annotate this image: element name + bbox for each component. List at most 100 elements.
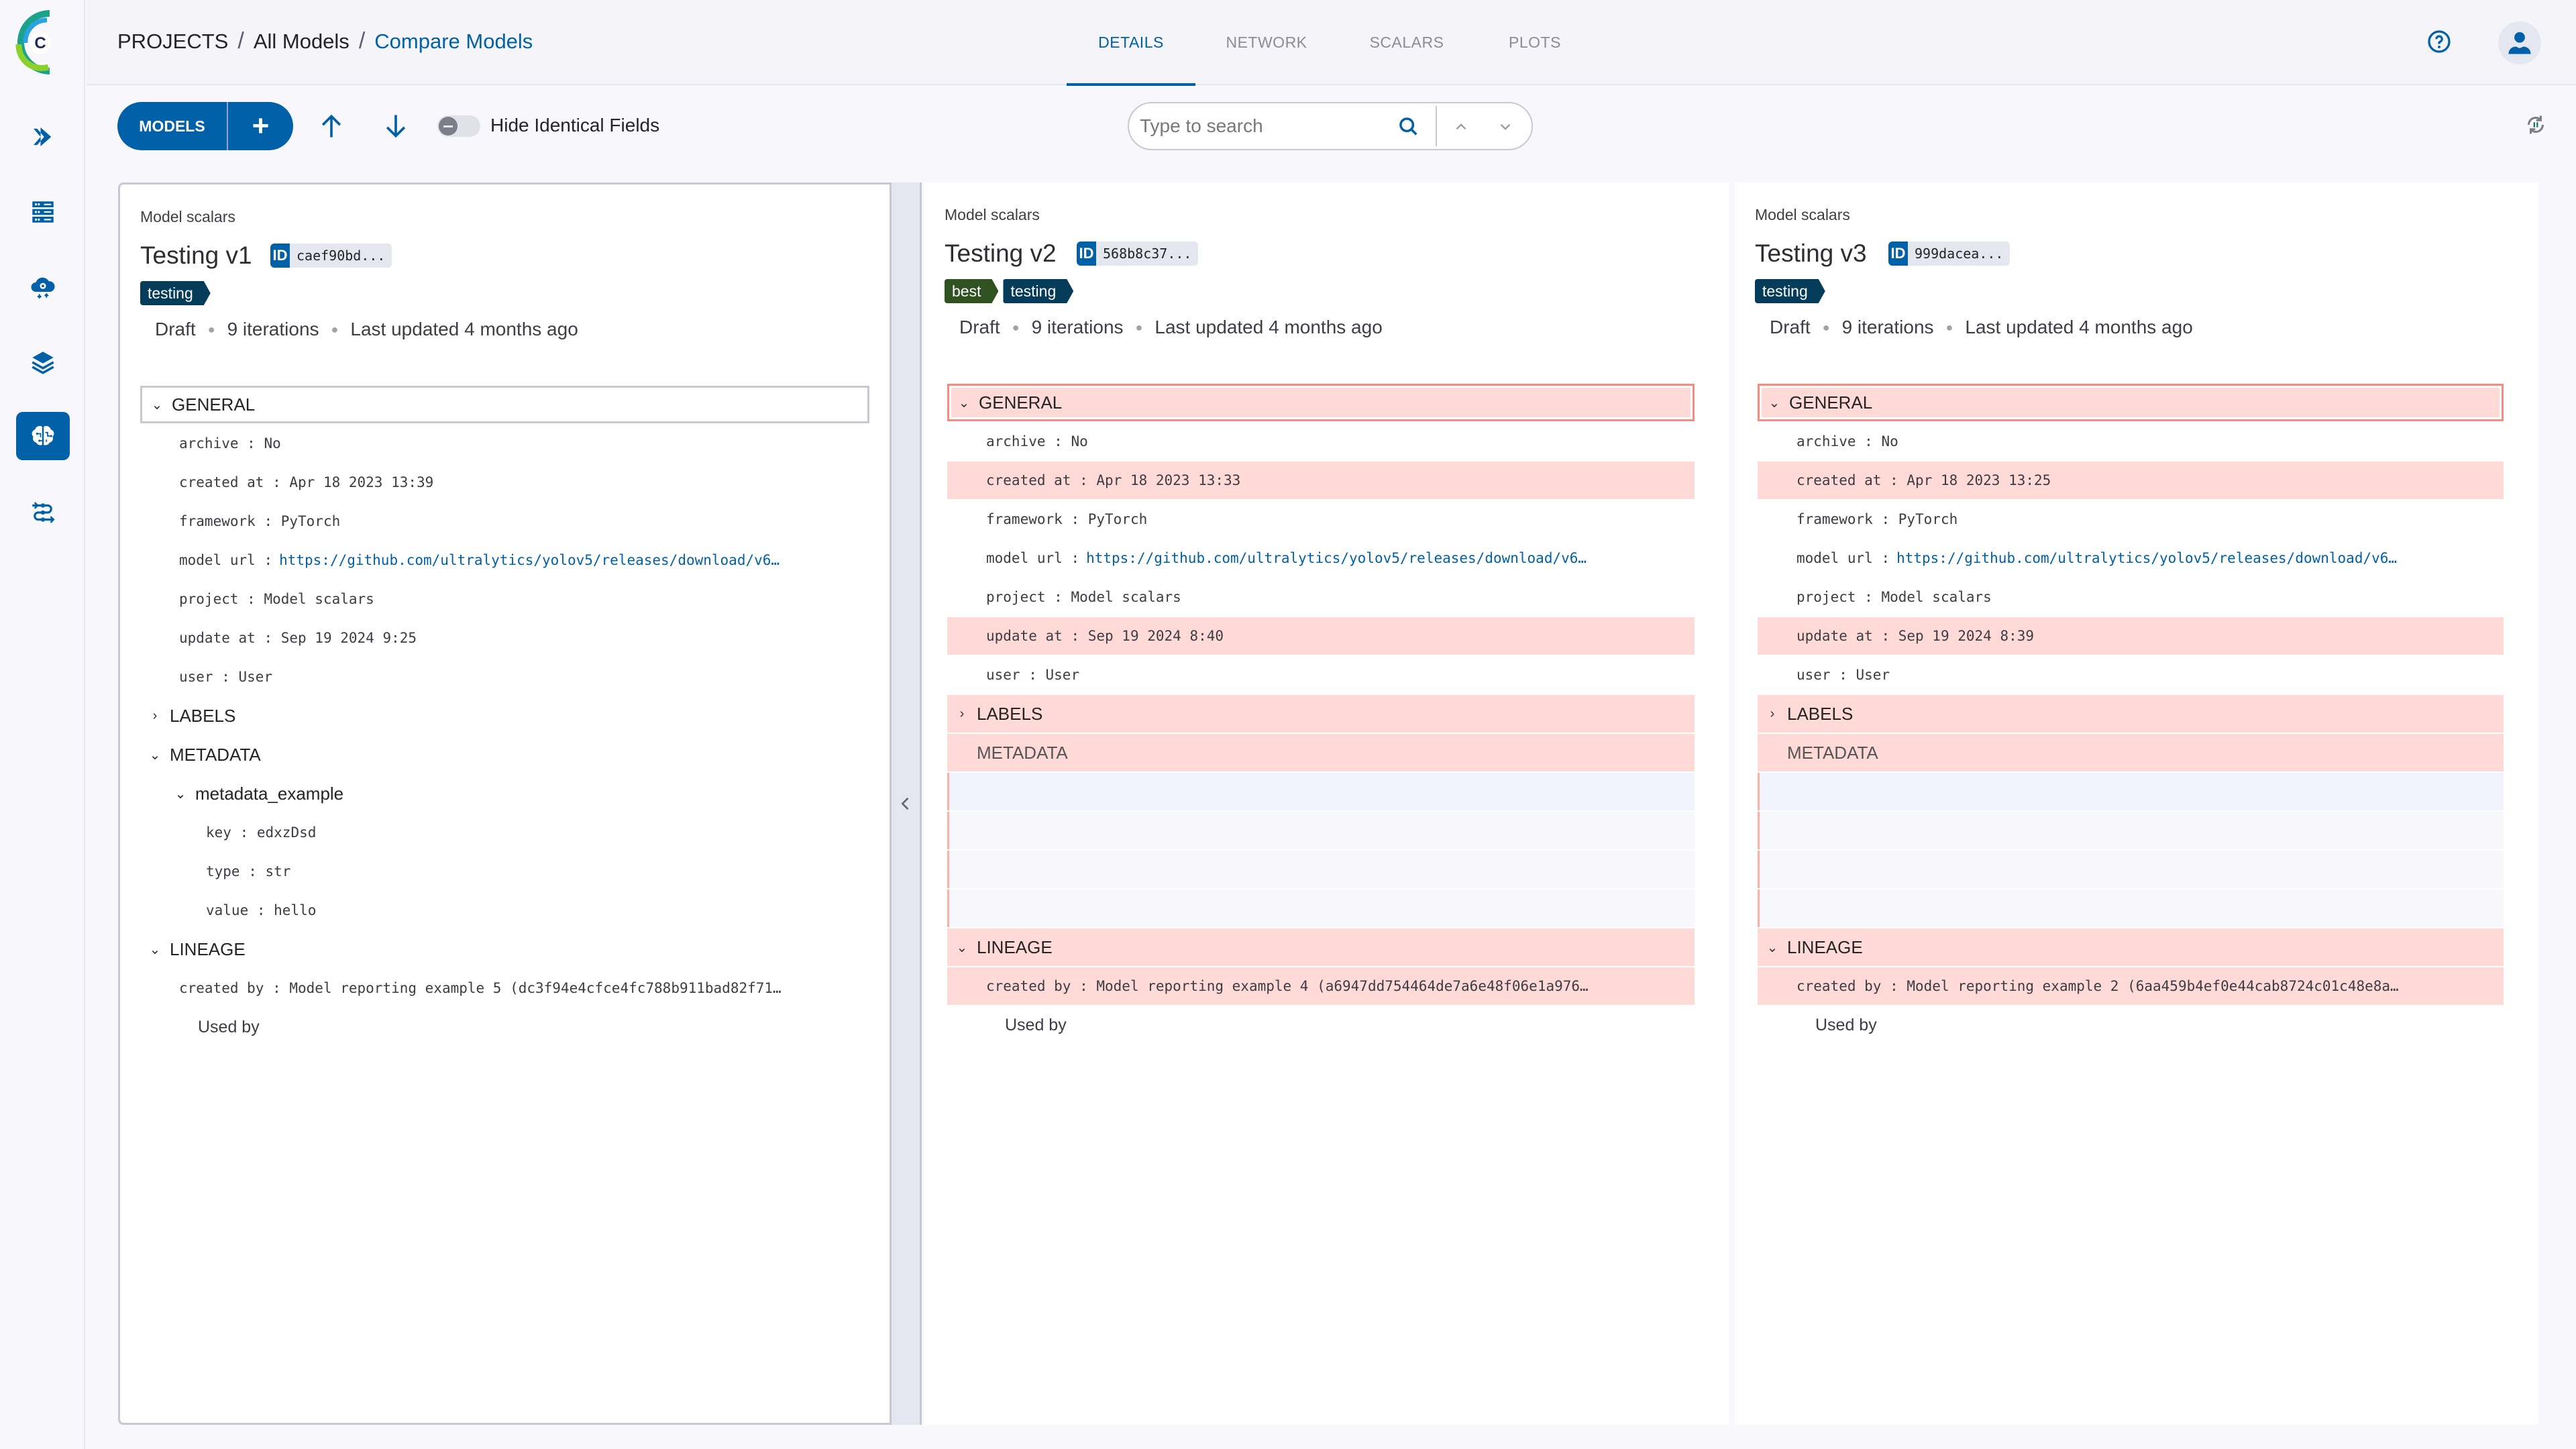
section-labels[interactable]: › LABELS bbox=[947, 695, 1695, 733]
help-icon[interactable] bbox=[2427, 30, 2451, 54]
field-user: user : User bbox=[179, 669, 273, 685]
tab-network[interactable]: NETWORK bbox=[1195, 0, 1338, 85]
field-created-by: created by : Model reporting example 4 (… bbox=[947, 967, 1695, 1005]
empty-row bbox=[1758, 890, 2504, 927]
sidebar-item-pipelines[interactable] bbox=[16, 113, 70, 161]
orchestration-icon bbox=[31, 277, 55, 299]
empty-row bbox=[947, 851, 1695, 888]
tag-testing[interactable]: testing bbox=[140, 281, 211, 305]
model-name: Testing v3 bbox=[1755, 239, 1867, 267]
field-archive: archive : No bbox=[986, 433, 1088, 449]
model-id-badge[interactable]: ID 999dacea... bbox=[1888, 241, 2010, 266]
chevron-down-icon: ⌄ bbox=[149, 942, 161, 957]
model-id: 568b8c37... bbox=[1096, 241, 1199, 266]
model-panel-2: Model scalars Testing v2 ID 568b8c37... … bbox=[924, 182, 1729, 1425]
scroll-up-arrow-icon[interactable] bbox=[317, 111, 346, 141]
empty-row bbox=[947, 773, 1695, 810]
used-by-label: Used by bbox=[1005, 1015, 1067, 1034]
sidebar-item-orchestration[interactable] bbox=[16, 263, 70, 311]
model-id-badge[interactable]: ID 568b8c37... bbox=[1077, 241, 1199, 266]
models-button[interactable]: MODELS bbox=[117, 102, 227, 150]
model-id: 999dacea... bbox=[1908, 241, 2010, 266]
model-url-link[interactable]: https://github.com/ultralytics/yolov5/re… bbox=[1896, 550, 2397, 566]
tag-testing[interactable]: testing bbox=[1003, 279, 1073, 303]
used-by-label: Used by bbox=[1815, 1015, 1877, 1034]
model-url-link[interactable]: https://github.com/ultralytics/yolov5/re… bbox=[1086, 550, 1587, 566]
section-general[interactable]: ⌄ GENERAL bbox=[1758, 384, 2504, 421]
chevron-down-icon: ⌄ bbox=[1766, 940, 1778, 955]
section-metadata: METADATA bbox=[947, 734, 1695, 771]
sidebar-item-workflows[interactable] bbox=[16, 488, 70, 537]
chevron-down-icon: ⌄ bbox=[956, 940, 968, 955]
tab-plots[interactable]: PLOTS bbox=[1476, 0, 1594, 85]
section-labels[interactable]: › LABELS bbox=[1758, 695, 2504, 733]
tag-best[interactable]: best bbox=[945, 279, 998, 303]
section-lineage[interactable]: ⌄ LINEAGE bbox=[947, 928, 1695, 966]
chevron-right-icon: › bbox=[959, 706, 965, 721]
metadata-value: value : hello bbox=[206, 902, 317, 918]
section-labels[interactable]: › LABELS bbox=[140, 697, 869, 735]
workflow-icon bbox=[32, 502, 55, 523]
search-icon[interactable] bbox=[1397, 115, 1420, 138]
collapse-panel-handle[interactable] bbox=[890, 182, 922, 1425]
id-label: ID bbox=[1077, 241, 1096, 266]
section-general[interactable]: ⌄ GENERAL bbox=[947, 384, 1695, 421]
models-button-group: MODELS + bbox=[117, 102, 293, 150]
tab-details[interactable]: DETAILS bbox=[1067, 0, 1195, 86]
id-label: ID bbox=[270, 244, 290, 268]
model-project: Model scalars bbox=[1755, 206, 1850, 223]
breadcrumb-all-models[interactable]: All Models bbox=[254, 30, 350, 54]
field-update-at: update at : Sep 19 2024 9:25 bbox=[179, 630, 417, 646]
model-id: caef90bd... bbox=[290, 244, 392, 268]
model-url-link[interactable]: https://github.com/ultralytics/yolov5/re… bbox=[279, 552, 780, 568]
previous-match-chevron-up-icon[interactable] bbox=[1452, 118, 1470, 136]
metadata-type: type : str bbox=[206, 863, 291, 879]
field-created-by: created by : Model reporting example 5 (… bbox=[179, 980, 782, 996]
field-user: user : User bbox=[986, 667, 1080, 683]
breadcrumb-separator: / bbox=[237, 28, 244, 54]
auto-refresh-paused-icon[interactable] bbox=[2524, 113, 2548, 137]
section-lineage[interactable]: ⌄ LINEAGE bbox=[1758, 928, 2504, 966]
datasets-icon bbox=[32, 201, 54, 223]
model-panel-1: Model scalars Testing v1 ID caef90bd... … bbox=[118, 182, 890, 1425]
tag-testing[interactable]: testing bbox=[1755, 279, 1825, 303]
chevron-down-icon: ⌄ bbox=[151, 397, 163, 413]
model-project: Model scalars bbox=[140, 208, 235, 225]
sidebar-item-models[interactable] bbox=[16, 412, 70, 460]
sidebar-item-projects[interactable] bbox=[16, 338, 70, 386]
field-project: project : Model scalars bbox=[179, 591, 374, 607]
model-iterations: 9 iterations bbox=[227, 319, 319, 339]
svg-text:C: C bbox=[34, 34, 46, 52]
scroll-down-arrow-icon[interactable] bbox=[381, 111, 411, 141]
breadcrumb: PROJECTS / All Models / Compare Models bbox=[117, 28, 533, 54]
field-archive: archive : No bbox=[179, 435, 281, 451]
chevron-down-icon: ⌄ bbox=[1768, 395, 1780, 411]
field-created-at: created at : Apr 18 2023 13:33 bbox=[947, 462, 1695, 499]
model-last-updated: Last updated 4 months ago bbox=[350, 319, 578, 339]
field-created-at: created at : Apr 18 2023 13:39 bbox=[179, 474, 434, 490]
model-status: Draft bbox=[1770, 317, 1811, 337]
breadcrumb-projects[interactable]: PROJECTS bbox=[117, 30, 228, 54]
section-lineage[interactable]: ⌄ LINEAGE bbox=[140, 930, 869, 968]
model-status-line: Draft ● 9 iterations ● Last updated 4 mo… bbox=[1770, 317, 2193, 337]
section-metadata[interactable]: ⌄ METADATA bbox=[140, 736, 869, 773]
top-header: PROJECTS / All Models / Compare Models D… bbox=[87, 0, 2576, 86]
metadata-group[interactable]: ⌄ metadata_example bbox=[140, 775, 869, 812]
model-id-badge[interactable]: ID caef90bd... bbox=[270, 244, 392, 268]
user-avatar[interactable] bbox=[2498, 21, 2541, 64]
sidebar-item-datasets[interactable] bbox=[16, 188, 70, 236]
hide-identical-toggle[interactable] bbox=[437, 115, 480, 137]
section-general[interactable]: ⌄ GENERAL bbox=[140, 386, 869, 423]
metadata-key: key : edxzDsd bbox=[206, 824, 317, 841]
field-model-url: model url : https://github.com/ultralytic… bbox=[179, 552, 780, 568]
next-match-chevron-down-icon[interactable] bbox=[1497, 118, 1514, 136]
clearml-logo[interactable]: C bbox=[9, 9, 70, 75]
search-input[interactable] bbox=[1140, 111, 1388, 141]
pipelines-icon bbox=[34, 127, 52, 146]
tab-scalars[interactable]: SCALARS bbox=[1338, 0, 1476, 85]
model-status-line: Draft ● 9 iterations ● Last updated 4 mo… bbox=[959, 317, 1383, 337]
model-status: Draft bbox=[155, 319, 196, 339]
model-details-tree: ⌄ GENERAL archive : No created at : Apr … bbox=[947, 384, 1695, 1045]
field-created-at: created at : Apr 18 2023 13:25 bbox=[1758, 462, 2504, 499]
add-model-button[interactable]: + bbox=[228, 102, 293, 150]
